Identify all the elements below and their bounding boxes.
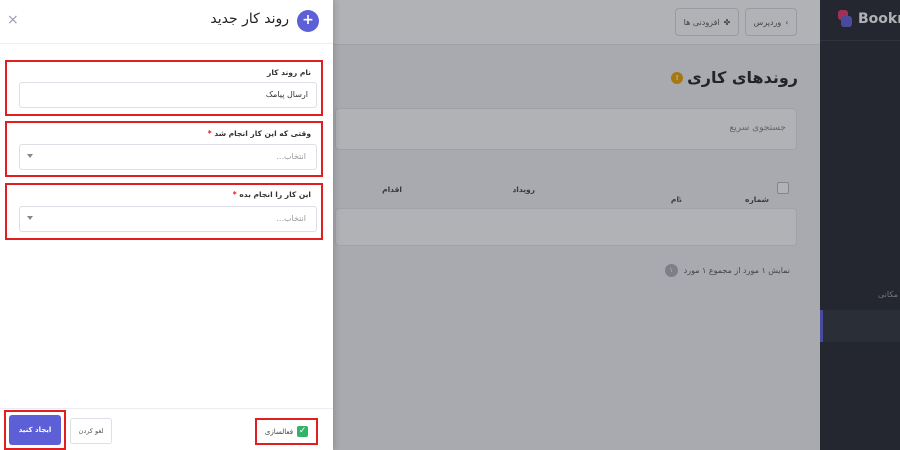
- trigger-label-text: وقتی که این کار انجام شد: [214, 129, 311, 138]
- action-select[interactable]: انتخاب...: [19, 206, 317, 232]
- drawer-header: × روند کار جدید +: [0, 0, 333, 44]
- trigger-placeholder: انتخاب...: [276, 152, 306, 161]
- plus-icon: +: [297, 10, 319, 32]
- action-placeholder: انتخاب...: [276, 214, 306, 223]
- required-mark: *: [232, 190, 237, 199]
- action-group: این کار را انجام بده * انتخاب...: [5, 183, 323, 240]
- activate-label: فعالسازی: [264, 427, 294, 436]
- new-workflow-drawer: × روند کار جدید + نام روند کار ارسال پیا…: [0, 0, 333, 450]
- workflow-name-label: نام روند کار: [267, 68, 311, 77]
- cancel-button[interactable]: لغو کردن: [70, 418, 112, 444]
- workflow-name-group: نام روند کار ارسال پیامک: [5, 60, 323, 116]
- trigger-select[interactable]: انتخاب...: [19, 144, 317, 170]
- check-icon[interactable]: ✓: [297, 426, 309, 437]
- create-button[interactable]: ایجاد کنید: [9, 415, 61, 445]
- chevron-down-icon: [27, 154, 33, 158]
- workflow-name-input[interactable]: ارسال پیامک: [19, 82, 317, 108]
- trigger-label: وقتی که این کار انجام شد *: [208, 129, 311, 138]
- action-label-text: این کار را انجام بده: [239, 190, 311, 199]
- chevron-down-icon: [27, 216, 33, 220]
- activate-toggle[interactable]: ✓ فعالسازی: [255, 418, 318, 445]
- close-icon[interactable]: ×: [7, 11, 19, 29]
- action-label: این کار را انجام بده *: [233, 190, 311, 199]
- trigger-group: وقتی که این کار انجام شد * انتخاب...: [5, 121, 323, 177]
- required-mark: *: [207, 129, 212, 138]
- create-button-highlight: ایجاد کنید: [4, 410, 66, 450]
- drawer-title: روند کار جدید: [210, 11, 289, 27]
